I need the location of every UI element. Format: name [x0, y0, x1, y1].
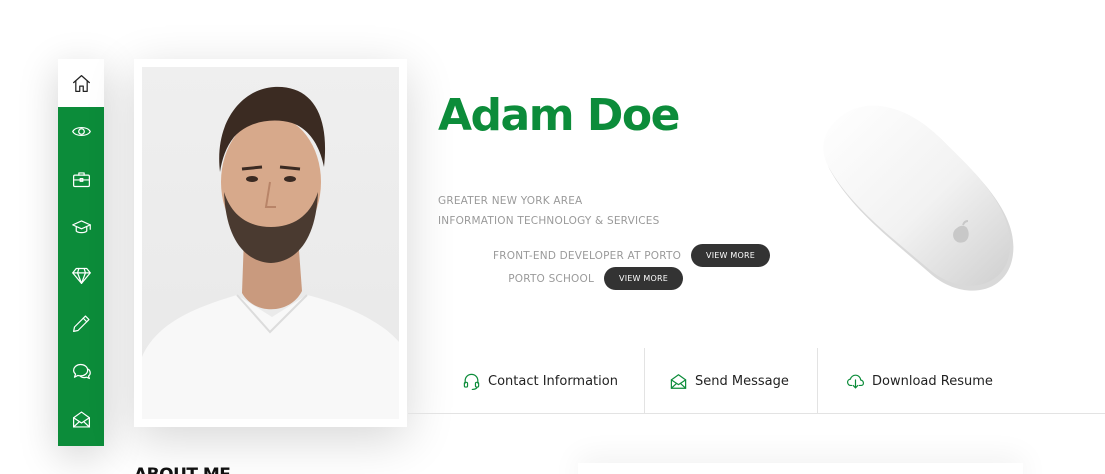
home-icon	[72, 74, 90, 92]
chat-bubbles-icon	[72, 363, 91, 379]
mouse-image	[823, 105, 1014, 291]
position-row: PORTO SCHOOL VIEW MORE	[508, 267, 683, 290]
briefcase-icon	[72, 171, 90, 187]
position-label: PORTO SCHOOL	[508, 272, 595, 285]
cloud-download-icon	[846, 374, 865, 388]
profile-photo-card	[134, 59, 407, 427]
sidebar-item-home[interactable]	[58, 59, 104, 107]
position-row: FRONT-END DEVELOPER AT PORTO VIEW MORE	[493, 244, 770, 267]
profile-location: GREATER NEW YORK AREA	[438, 195, 583, 207]
sidebar-item-education[interactable]	[58, 203, 104, 251]
send-message-button[interactable]: Send Message	[669, 348, 789, 414]
sidebar-item-blog[interactable]	[58, 299, 104, 347]
divider	[817, 348, 818, 414]
profile-name: Adam Doe	[438, 90, 681, 141]
download-resume-button[interactable]: Download Resume	[846, 348, 993, 414]
contact-information-label: Contact Information	[488, 373, 618, 389]
envelope-open-icon	[670, 373, 687, 389]
download-resume-label: Download Resume	[872, 373, 993, 389]
sidebar-nav	[58, 59, 104, 446]
send-message-label: Send Message	[695, 373, 789, 389]
profile-industry: INFORMATION TECHNOLOGY & SERVICES	[438, 215, 660, 227]
graduation-cap-icon	[71, 219, 91, 233]
envelope-open-icon	[72, 410, 90, 428]
position-label: FRONT-END DEVELOPER AT PORTO	[493, 249, 682, 262]
view-more-button[interactable]: VIEW MORE	[604, 267, 683, 290]
eye-icon	[71, 126, 91, 136]
action-bar: Contact Information Send Message Downloa…	[408, 348, 1105, 414]
sidebar-item-skills[interactable]	[58, 251, 104, 299]
sidebar-item-overview[interactable]	[58, 107, 104, 155]
contact-information-button[interactable]: Contact Information	[462, 348, 618, 414]
sidebar-item-testimonials[interactable]	[58, 347, 104, 395]
sidebar-item-contact[interactable]	[58, 395, 104, 443]
divider	[644, 348, 645, 414]
profile-photo	[142, 67, 399, 419]
sidebar-item-experience[interactable]	[58, 155, 104, 203]
pencil-icon	[72, 314, 90, 332]
diamond-icon	[71, 267, 91, 284]
view-more-button[interactable]: VIEW MORE	[691, 244, 770, 267]
headset-icon	[463, 373, 480, 390]
content-card	[578, 463, 1023, 474]
about-section-title: ABOUT ME	[134, 465, 231, 474]
